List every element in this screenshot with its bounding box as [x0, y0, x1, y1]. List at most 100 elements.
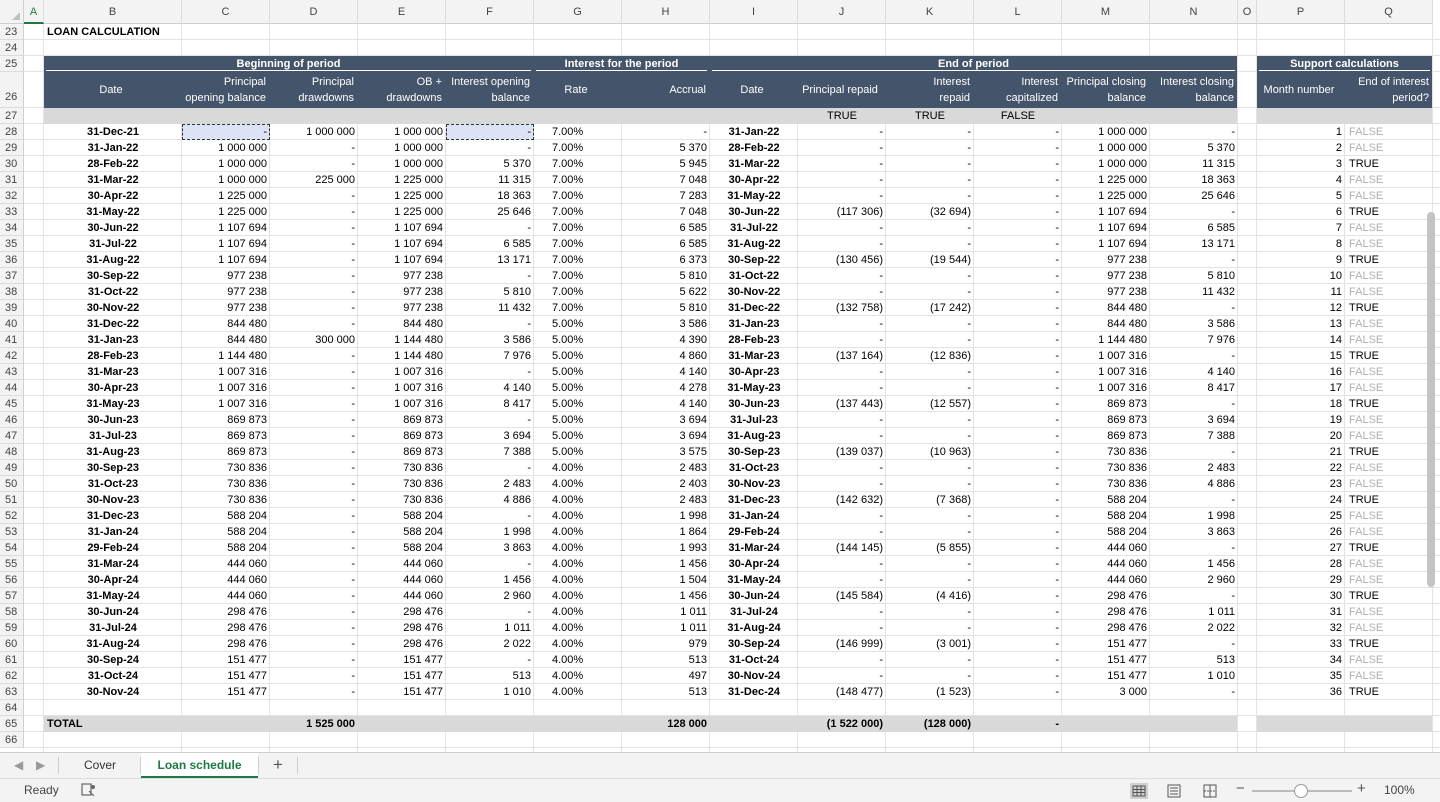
table-cell[interactable]: 27: [1257, 540, 1345, 556]
table-cell[interactable]: 869 873: [358, 444, 446, 460]
table-cell[interactable]: 31-May-22: [44, 204, 182, 220]
table-cell[interactable]: -: [1150, 540, 1238, 556]
table-cell[interactable]: 30-Apr-23: [44, 380, 182, 396]
table-cell[interactable]: FALSE: [1345, 284, 1433, 300]
table-cell[interactable]: -: [1150, 124, 1238, 140]
table-cell[interactable]: 298 476: [1062, 620, 1150, 636]
table-cell[interactable]: 1 225 000: [1062, 188, 1150, 204]
table-cell[interactable]: 588 204: [182, 508, 270, 524]
table-cell[interactable]: 29-Feb-24: [44, 540, 182, 556]
spreadsheet-grid[interactable]: ABCDEFGHIJKLMNOPQ 23 24 25 26 27 28 29 30 31 32 33…: [0, 0, 1440, 752]
table-cell[interactable]: 6 585: [446, 236, 534, 252]
table-cell[interactable]: -: [886, 668, 974, 684]
table-cell[interactable]: 1 007 316: [358, 364, 446, 380]
table-cell[interactable]: 497: [622, 668, 710, 684]
table-cell[interactable]: 13 171: [446, 252, 534, 268]
table-cell[interactable]: 30-Sep-23: [710, 444, 798, 460]
table-cell[interactable]: 31-Aug-23: [44, 444, 182, 460]
table-cell[interactable]: TRUE: [1345, 636, 1433, 652]
table-cell[interactable]: -: [1150, 588, 1238, 604]
table-cell[interactable]: 1 007 316: [1062, 348, 1150, 364]
table-cell[interactable]: 7.00%: [534, 140, 622, 156]
table-cell[interactable]: -: [270, 524, 358, 540]
table-cell[interactable]: 298 476: [358, 636, 446, 652]
table-cell[interactable]: 30-Nov-24: [44, 684, 182, 700]
table-cell[interactable]: -: [270, 604, 358, 620]
table-cell[interactable]: -: [886, 268, 974, 284]
table-cell[interactable]: -: [270, 156, 358, 172]
table-cell[interactable]: 5: [1257, 188, 1345, 204]
table-cell[interactable]: 4.00%: [534, 524, 622, 540]
table-cell[interactable]: 30-Jun-24: [710, 588, 798, 604]
table-cell[interactable]: 17: [1257, 380, 1345, 396]
table-cell[interactable]: 513: [622, 652, 710, 668]
table-cell[interactable]: 11 315: [446, 172, 534, 188]
table-cell[interactable]: 6 585: [622, 220, 710, 236]
table-cell[interactable]: 1 864: [622, 524, 710, 540]
table-cell[interactable]: -: [974, 508, 1062, 524]
table-cell[interactable]: 31-Jul-24: [710, 604, 798, 620]
table-cell[interactable]: 1 107 694: [358, 220, 446, 236]
table-cell[interactable]: (32 694): [886, 204, 974, 220]
table-cell[interactable]: -: [270, 188, 358, 204]
table-cell[interactable]: 4: [1257, 172, 1345, 188]
table-cell[interactable]: FALSE: [1345, 172, 1433, 188]
table-cell[interactable]: 2: [1257, 140, 1345, 156]
table-cell[interactable]: -: [446, 140, 534, 156]
table-cell[interactable]: 4 886: [446, 492, 534, 508]
table-cell[interactable]: 29: [1257, 572, 1345, 588]
table-cell[interactable]: FALSE: [1345, 668, 1433, 684]
table-cell[interactable]: 3 863: [1150, 524, 1238, 540]
table-cell[interactable]: -: [886, 124, 974, 140]
table-cell[interactable]: 298 476: [182, 636, 270, 652]
table-cell[interactable]: (130 456): [798, 252, 886, 268]
table-cell[interactable]: 31-Dec-23: [710, 492, 798, 508]
table-cell[interactable]: 588 204: [358, 524, 446, 540]
table-cell[interactable]: (142 632): [798, 492, 886, 508]
table-cell[interactable]: 31-May-23: [44, 396, 182, 412]
table-cell[interactable]: -: [270, 652, 358, 668]
table-cell[interactable]: 6: [1257, 204, 1345, 220]
table-cell[interactable]: (12 557): [886, 396, 974, 412]
table-cell[interactable]: 1: [1257, 124, 1345, 140]
row-number[interactable]: 26: [0, 72, 24, 108]
table-cell[interactable]: -: [886, 476, 974, 492]
table-cell[interactable]: 151 477: [1062, 636, 1150, 652]
table-cell[interactable]: 5.00%: [534, 428, 622, 444]
table-cell[interactable]: 31: [1257, 604, 1345, 620]
table-cell[interactable]: 31-Dec-23: [44, 508, 182, 524]
table-cell[interactable]: 977 238: [1062, 268, 1150, 284]
table-cell[interactable]: (12 836): [886, 348, 974, 364]
table-cell[interactable]: -: [798, 428, 886, 444]
table-cell[interactable]: 31-May-24: [710, 572, 798, 588]
table-cell[interactable]: 225 000: [270, 172, 358, 188]
table-cell[interactable]: 31-Jan-24: [710, 508, 798, 524]
table-cell[interactable]: FALSE: [1345, 620, 1433, 636]
table-cell[interactable]: 31-Jul-22: [44, 236, 182, 252]
table-cell[interactable]: TRUE: [1345, 588, 1433, 604]
table-cell[interactable]: 1 225 000: [358, 188, 446, 204]
table-cell[interactable]: 151 477: [182, 684, 270, 700]
table-cell[interactable]: 7: [1257, 220, 1345, 236]
table-cell[interactable]: TRUE: [1345, 204, 1433, 220]
table-cell[interactable]: TRUE: [1345, 348, 1433, 364]
table-cell[interactable]: -: [270, 588, 358, 604]
table-cell[interactable]: 730 836: [1062, 460, 1150, 476]
table-cell[interactable]: FALSE: [1345, 316, 1433, 332]
table-cell[interactable]: 444 060: [1062, 572, 1150, 588]
table-cell[interactable]: -: [798, 172, 886, 188]
row-number[interactable]: 52: [0, 508, 24, 524]
table-cell[interactable]: 1 107 694: [358, 252, 446, 268]
table-cell[interactable]: 30-Jun-23: [710, 396, 798, 412]
table-cell[interactable]: 31-Aug-22: [44, 252, 182, 268]
table-cell[interactable]: 5.00%: [534, 396, 622, 412]
table-cell[interactable]: 730 836: [1062, 476, 1150, 492]
table-cell[interactable]: 30-Apr-22: [44, 188, 182, 204]
table-cell[interactable]: 7 283: [622, 188, 710, 204]
table-cell[interactable]: (144 145): [798, 540, 886, 556]
table-cell[interactable]: 5.00%: [534, 364, 622, 380]
table-cell[interactable]: FALSE: [1345, 188, 1433, 204]
table-cell[interactable]: 2 022: [1150, 620, 1238, 636]
table-cell[interactable]: 28-Feb-23: [710, 332, 798, 348]
table-cell[interactable]: 4.00%: [534, 652, 622, 668]
